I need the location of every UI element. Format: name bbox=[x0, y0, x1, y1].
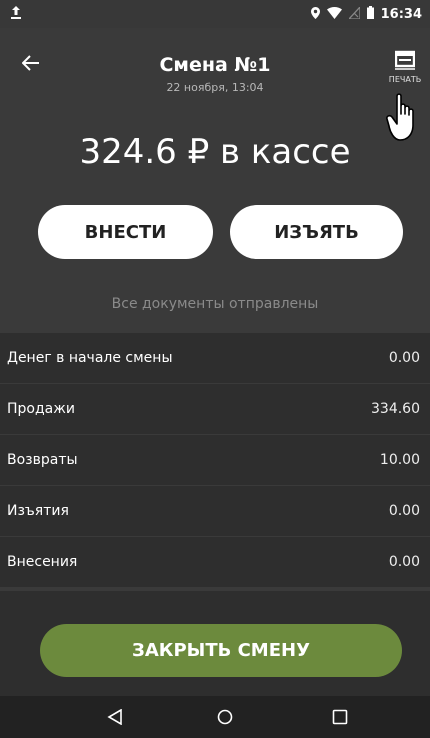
row-label: Изъятия bbox=[7, 503, 69, 519]
close-shift-button[interactable]: ЗАКРЫТЬ СМЕНУ bbox=[40, 624, 402, 677]
row-value: 0.00 bbox=[388, 350, 420, 366]
nav-back-icon[interactable] bbox=[95, 696, 135, 738]
no-signal-icon bbox=[347, 4, 361, 23]
system-nav-bar bbox=[0, 696, 430, 738]
close-shift-area: ЗАКРЫТЬ СМЕНУ bbox=[0, 591, 430, 696]
row-label: Денег в начале смены bbox=[7, 350, 173, 366]
shift-title: Смена №1 bbox=[159, 54, 271, 76]
status-time: 16:34 bbox=[380, 7, 422, 22]
row-value: 334.60 bbox=[371, 401, 420, 417]
print-label: ПЕЧАТЬ bbox=[388, 75, 422, 84]
documents-status: Все документы отправлены bbox=[111, 296, 319, 312]
list-item: Изъятия 0.00 bbox=[0, 486, 430, 537]
row-value: 10.00 bbox=[379, 452, 420, 468]
nav-home-icon[interactable] bbox=[205, 696, 245, 738]
row-label: Возвраты bbox=[7, 452, 78, 468]
list-item: Возвраты 10.00 bbox=[0, 435, 430, 486]
cash-amount: 324.6 ₽ в кассе bbox=[79, 132, 351, 172]
list-item: Денег в начале смены 0.00 bbox=[0, 333, 430, 384]
row-label: Внесения bbox=[7, 554, 78, 570]
row-value: 0.00 bbox=[388, 503, 420, 519]
shift-date: 22 ноября, 13:04 bbox=[166, 81, 264, 94]
withdraw-button[interactable]: ИЗЪЯТЬ bbox=[230, 205, 403, 259]
location-icon bbox=[310, 6, 320, 23]
receipt-printer-icon bbox=[394, 50, 416, 74]
upload-icon bbox=[10, 5, 22, 23]
status-bar: 16:34 bbox=[0, 0, 430, 28]
list-item: Внесения 0.00 bbox=[0, 537, 430, 587]
battery-icon bbox=[366, 6, 374, 23]
list-item: Продажи 334.60 bbox=[0, 384, 430, 435]
deposit-button[interactable]: ВНЕСТИ bbox=[38, 205, 213, 259]
row-label: Продажи bbox=[7, 401, 75, 417]
app-header: Смена №1 22 ноября, 13:04 ПЕЧАТЬ bbox=[0, 28, 430, 98]
print-button[interactable]: ПЕЧАТЬ bbox=[383, 50, 427, 84]
nav-recents-icon[interactable] bbox=[320, 696, 360, 738]
shift-summary-list: Денег в начале смены 0.00 Продажи 334.60… bbox=[0, 333, 430, 587]
wifi-icon bbox=[326, 6, 342, 23]
row-value: 0.00 bbox=[388, 554, 420, 570]
